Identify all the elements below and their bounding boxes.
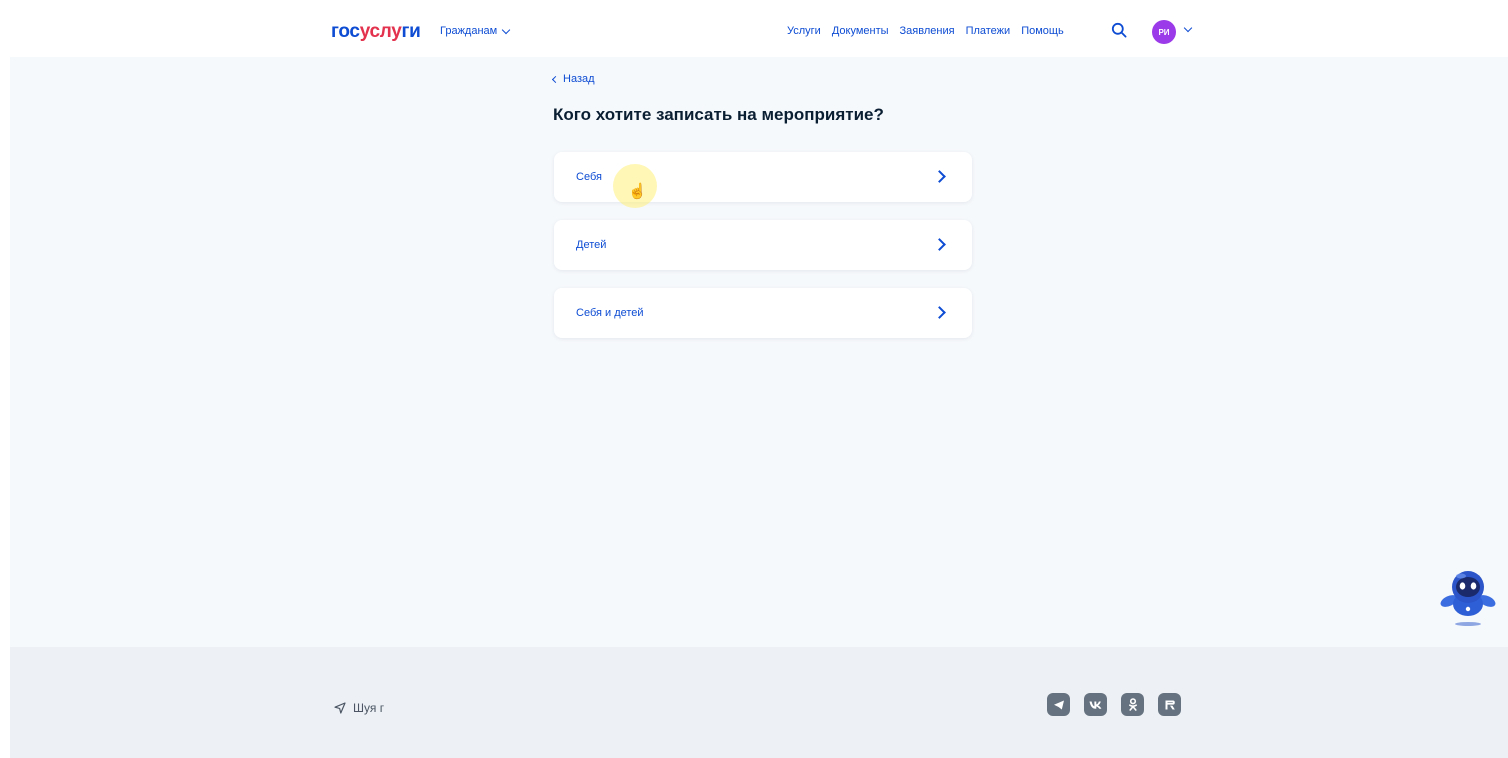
page-title: Кого хотите записать на мероприятие? [553, 105, 884, 124]
option-children[interactable]: Детей [554, 220, 972, 270]
chevron-right-icon [933, 306, 946, 319]
option-label: Себя и детей [576, 307, 644, 319]
back-link[interactable]: Назад [551, 73, 595, 85]
nav-item-documents[interactable]: Документы [832, 25, 889, 37]
option-self[interactable]: Себя [554, 152, 972, 202]
avatar-chevron-down-icon[interactable] [1183, 23, 1193, 33]
option-label: Детей [576, 239, 607, 251]
nav-item-help[interactable]: Помощь [1021, 25, 1064, 37]
social-links [1047, 693, 1181, 716]
odnoklassniki-icon[interactable] [1121, 693, 1144, 716]
chevron-down-icon [501, 25, 511, 34]
main-nav: Услуги Документы Заявления Платежи Помощ… [787, 25, 1064, 37]
audience-menu[interactable]: Гражданам [440, 25, 511, 37]
chevron-right-icon [933, 238, 946, 251]
rutube-icon[interactable] [1158, 693, 1181, 716]
vk-icon[interactable] [1084, 693, 1107, 716]
back-link-label: Назад [563, 73, 595, 85]
audience-menu-label: Гражданам [440, 25, 498, 37]
user-avatar[interactable]: РИ [1152, 20, 1176, 44]
header: госуслуги Гражданам Услуги Документы Зая… [10, 0, 1508, 57]
logo-part-uslu: услу [359, 21, 402, 42]
logo-part-gi: ги [401, 21, 421, 42]
nav-item-applications[interactable]: Заявления [900, 25, 955, 37]
robot-assistant-icon[interactable] [1438, 566, 1498, 628]
option-self-and-children[interactable]: Себя и детей [554, 288, 972, 338]
search-icon[interactable] [1111, 22, 1127, 38]
page: госуслуги Гражданам Услуги Документы Зая… [10, 0, 1508, 758]
footer: Шуя г [10, 647, 1508, 758]
option-label: Себя [576, 171, 602, 183]
location-arrow-icon [334, 702, 346, 714]
nav-item-services[interactable]: Услуги [787, 25, 821, 37]
logo-part-gos: гос [331, 21, 360, 42]
avatar-initials: РИ [1158, 27, 1170, 37]
telegram-icon[interactable] [1047, 693, 1070, 716]
chevron-right-icon [933, 170, 946, 183]
location-selector[interactable]: Шуя г [334, 701, 384, 715]
gosuslugi-logo[interactable]: госуслуги [331, 21, 421, 43]
chevron-left-icon [551, 75, 560, 83]
location-label: Шуя г [353, 701, 385, 715]
nav-item-payments[interactable]: Платежи [966, 25, 1011, 37]
